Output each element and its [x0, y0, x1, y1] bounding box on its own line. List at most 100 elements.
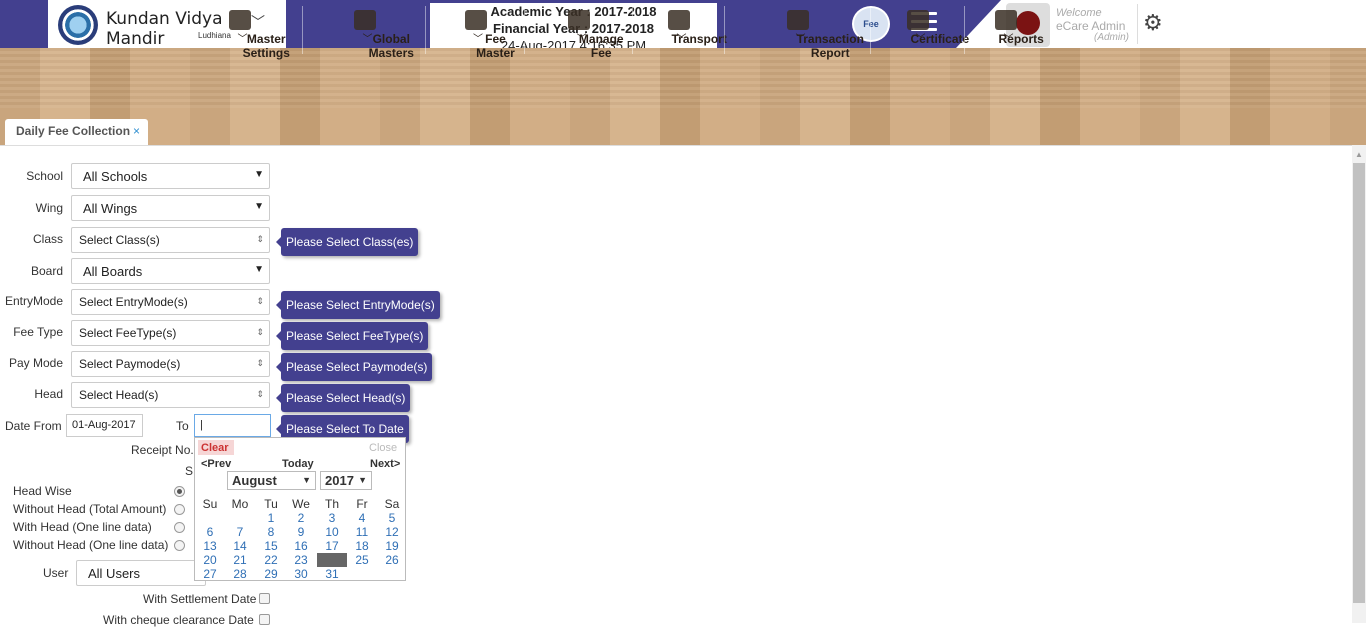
nav-divider	[632, 6, 633, 54]
gear-icon[interactable]: ⚙	[1143, 11, 1163, 35]
paymode-tooltip: Please Select Paymode(s)	[275, 353, 433, 381]
calendar-clear-button[interactable]: Clear	[198, 440, 234, 455]
calendar-day[interactable]: 14	[225, 539, 255, 553]
sort-arrows-icon: ⇕	[256, 358, 264, 368]
to-label: To	[176, 419, 189, 433]
calendar-day[interactable]: 24	[317, 553, 347, 567]
calendar-day[interactable]: 4	[347, 511, 377, 525]
calendar-day[interactable]: 31	[317, 567, 347, 581]
calendar-day[interactable]: 6	[195, 525, 225, 539]
datepicker-popup: Clear Close <Prev Today Next> August ▼ 20…	[194, 437, 406, 581]
calendar-next-button[interactable]: Next>	[370, 458, 400, 470]
calendar-day[interactable]: 30	[286, 567, 316, 581]
calendar-month-select[interactable]: August ▼	[227, 471, 316, 490]
calendar-day[interactable]: 21	[225, 553, 255, 567]
calendar-day[interactable]: 20	[195, 553, 225, 567]
calendar-day[interactable]: 16	[286, 539, 316, 553]
user-select[interactable]: All Users	[76, 560, 206, 586]
settlement-label: With Settlement Date	[143, 592, 257, 606]
feetype-label: Fee Type	[13, 325, 63, 339]
school-emblem-icon	[58, 5, 98, 45]
nav-certificate[interactable]: Certificate ﹀	[872, 0, 969, 60]
dropdown-arrow-icon: ▼	[302, 475, 311, 485]
calendar-day[interactable]: 9	[286, 525, 316, 539]
nav-divider	[302, 6, 303, 54]
class-multiselect[interactable]: Select Class(s) ⇕	[71, 227, 270, 253]
tab-daily-fee-collection[interactable]: Daily Fee Collection ×	[5, 119, 148, 146]
divider	[1137, 4, 1138, 44]
nav-master-settings[interactable]: Master Settings ﹀	[180, 0, 300, 60]
calendar-prev-button[interactable]: <Prev	[201, 458, 231, 470]
weekday-header: Fr	[356, 497, 368, 511]
calendar-day[interactable]: 23	[286, 553, 316, 567]
calendar-close-button[interactable]: Close	[369, 442, 397, 454]
report-icon	[995, 10, 1017, 30]
feetype-multiselect[interactable]: Select FeeType(s) ⇕	[71, 320, 270, 346]
calendar-day[interactable]: 19	[377, 539, 407, 553]
admin-role: (Admin)	[1094, 32, 1130, 43]
calendar-day[interactable]: 25	[347, 553, 377, 567]
radio-without-head-total-label: Without Head (Total Amount)	[13, 502, 167, 516]
calendar-day[interactable]: 10	[317, 525, 347, 539]
calendar-day[interactable]: 7	[225, 525, 255, 539]
receipt-label: Receipt No.	[131, 443, 194, 457]
nav-transaction-report[interactable]: Transaction Report ﹀	[726, 0, 870, 60]
calendar-day[interactable]: 27	[195, 567, 225, 581]
radio-with-head-oneline-label: With Head (One line data)	[13, 520, 152, 534]
head-tooltip: Please Select Head(s)	[275, 384, 411, 412]
board-select[interactable]: All Boards ▼	[71, 258, 270, 284]
radio-with-head-oneline[interactable]	[174, 522, 185, 533]
close-icon[interactable]: ×	[133, 124, 140, 138]
calendar-day[interactable]: 17	[317, 539, 347, 553]
scroll-up-icon[interactable]: ▲	[1355, 150, 1363, 159]
entrymode-label: EntryMode	[4, 294, 63, 308]
calendar-day[interactable]: 11	[347, 525, 377, 539]
class-tooltip: Please Select Class(es)	[275, 228, 419, 256]
nav-transport[interactable]: Transport ﹀	[634, 0, 727, 60]
report-icon	[787, 10, 809, 30]
radio-without-head-oneline[interactable]	[174, 540, 185, 551]
nav-reports[interactable]: Reports ﹀	[966, 0, 1046, 60]
bus-icon	[668, 10, 690, 30]
calendar-today-button[interactable]: Today	[282, 458, 314, 470]
sort-arrows-icon: ⇕	[256, 327, 264, 337]
radio-without-head-total[interactable]	[174, 504, 185, 515]
calendar-day[interactable]: 26	[377, 553, 407, 567]
school-select[interactable]: All Schools ▼	[71, 163, 270, 189]
money-icon	[464, 10, 487, 30]
s-label: S	[185, 464, 194, 478]
user-label: User	[43, 566, 69, 580]
calendar-day[interactable]: 1	[256, 511, 286, 525]
wing-select[interactable]: All Wings ▼	[71, 195, 270, 221]
calendar-day[interactable]: 8	[256, 525, 286, 539]
calendar-day[interactable]: 29	[256, 567, 286, 581]
date-to-input[interactable]: |	[194, 414, 271, 437]
calendar-day[interactable]: 2	[286, 511, 316, 525]
cheque-checkbox[interactable]	[259, 614, 270, 625]
radio-head-wise[interactable]	[174, 486, 185, 497]
calendar-day[interactable]: 22	[256, 553, 286, 567]
scrollbar[interactable]: ▲	[1352, 145, 1366, 623]
class-label: Class	[32, 232, 63, 246]
nav-fee-master[interactable]: Fee Master ﹀	[428, 0, 523, 60]
dropdown-arrow-icon: ▼	[358, 475, 367, 485]
nav-divider	[964, 6, 965, 54]
nav-global-masters[interactable]: Global Masters ﹀	[305, 0, 425, 60]
calendar-day[interactable]: 28	[225, 567, 255, 581]
paymode-multiselect[interactable]: Select Paymode(s) ⇕	[71, 351, 270, 377]
calendar-day[interactable]: 13	[195, 539, 225, 553]
nav-manage-fee[interactable]: Manage Fee ﹀	[527, 0, 631, 60]
calendar-day[interactable]: 5	[377, 511, 407, 525]
calendar-day[interactable]: 12	[377, 525, 407, 539]
head-multiselect[interactable]: Select Head(s) ⇕	[71, 382, 270, 408]
calendar-day[interactable]: 15	[256, 539, 286, 553]
calendar-day[interactable]: 18	[347, 539, 377, 553]
settlement-checkbox[interactable]	[259, 593, 270, 604]
wing-label: Wing	[35, 201, 63, 215]
tab-bar	[0, 108, 1366, 145]
date-from-input[interactable]: 01-Aug-2017	[66, 414, 143, 437]
calendar-day[interactable]: 3	[317, 511, 347, 525]
calendar-year-select[interactable]: 2017 ▼	[320, 471, 372, 490]
entrymode-multiselect[interactable]: Select EntryMode(s) ⇕	[71, 289, 270, 315]
scrollbar-thumb[interactable]	[1353, 163, 1365, 603]
